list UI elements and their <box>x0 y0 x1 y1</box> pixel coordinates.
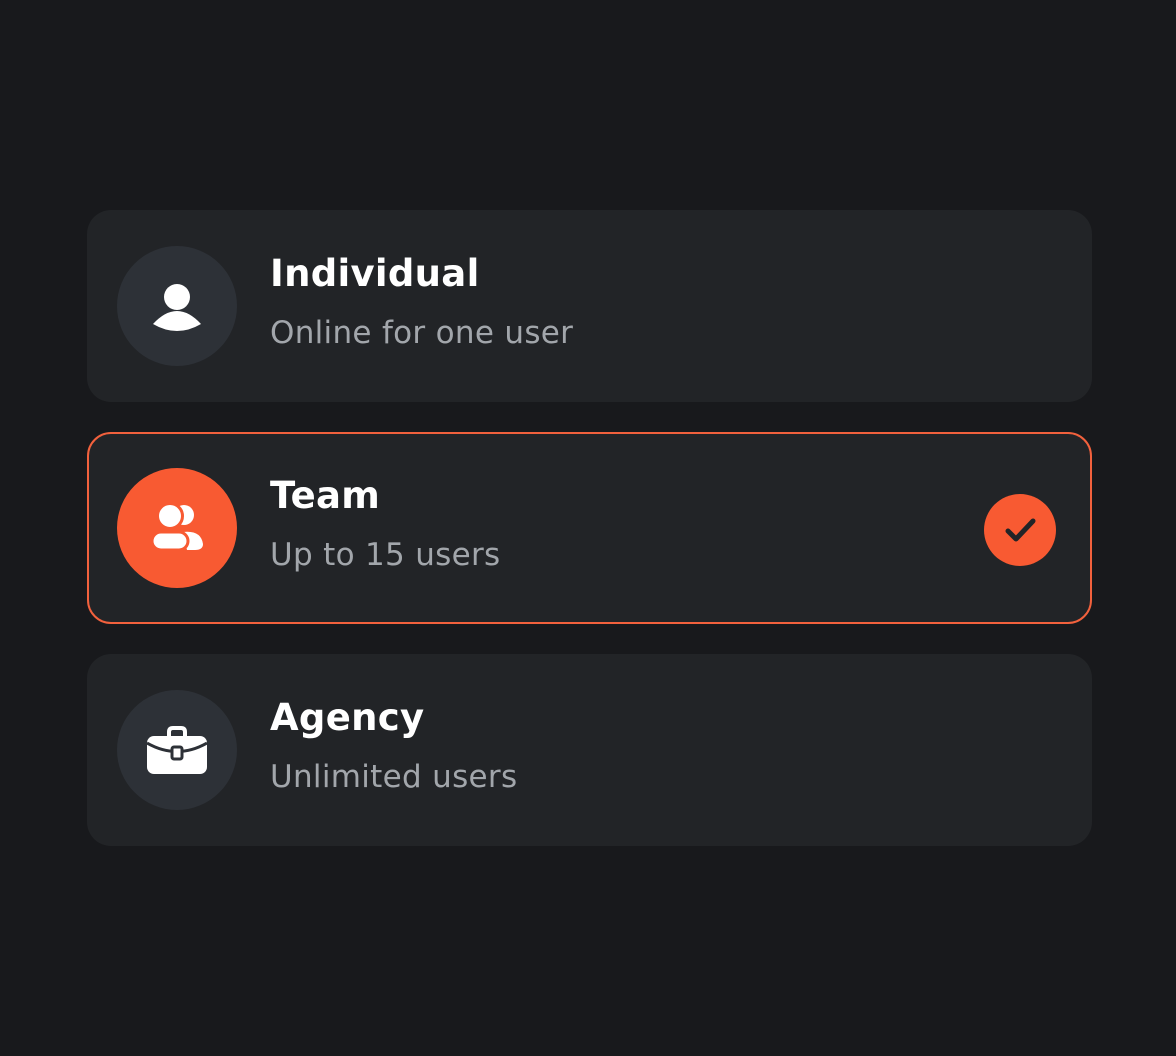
users-icon <box>117 468 237 588</box>
plan-option-team[interactable]: Team Up to 15 users <box>87 432 1092 624</box>
plan-subtitle: Online for one user <box>270 315 574 351</box>
plan-option-agency[interactable]: Agency Unlimited users <box>87 654 1092 846</box>
plan-subtitle: Up to 15 users <box>270 537 501 573</box>
selected-check-icon <box>984 494 1056 566</box>
plan-selector: Individual Online for one user Team Up t… <box>87 210 1092 876</box>
plan-title: Team <box>270 474 381 517</box>
plan-title: Agency <box>270 696 425 739</box>
plan-option-individual[interactable]: Individual Online for one user <box>87 210 1092 402</box>
briefcase-icon <box>117 690 237 810</box>
plan-title: Individual <box>270 252 480 295</box>
plan-subtitle: Unlimited users <box>270 759 518 795</box>
user-icon <box>117 246 237 366</box>
